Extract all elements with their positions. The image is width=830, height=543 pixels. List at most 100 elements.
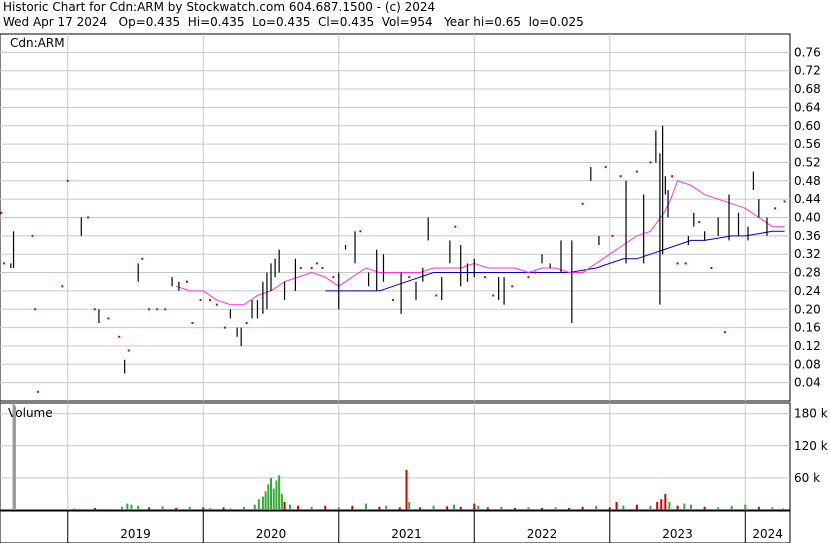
price-point — [710, 266, 713, 269]
volume-panel: 60 k120 k180 k Volume — [0, 402, 828, 511]
volume-bar — [581, 506, 584, 510]
price-point — [191, 322, 194, 325]
volume-bar — [744, 504, 747, 510]
price-tick-label: 0.16 — [794, 321, 821, 335]
price-point — [93, 308, 96, 311]
volume-bar — [364, 503, 367, 510]
price-point — [671, 175, 674, 178]
price-point — [454, 225, 457, 228]
volume-bar — [137, 505, 140, 510]
price-point — [66, 179, 69, 182]
volume-bar — [703, 506, 706, 510]
volume-bar — [500, 506, 503, 510]
volume-bar — [148, 507, 151, 510]
price-point — [332, 276, 335, 279]
volume-bar — [419, 507, 422, 510]
price-panel: 0.04 0.08 0.12 0.16 0.20 0.24 0.28 0.32 0.36 0.40… — [0, 33, 821, 402]
price-point — [34, 308, 37, 311]
price-point — [321, 266, 324, 269]
price-tick-label: 0.72 — [794, 64, 821, 78]
price-point — [118, 335, 121, 338]
price-tick-label: 0.24 — [794, 284, 821, 298]
volume-bar — [398, 507, 401, 510]
price-point — [619, 175, 622, 178]
price-point — [635, 170, 638, 173]
volume-bar — [267, 484, 270, 510]
price-point — [649, 161, 652, 164]
volume-bar — [656, 501, 659, 510]
volume-bar — [73, 508, 76, 510]
year-label: 2019 — [120, 527, 151, 541]
price-tick-label: 0.60 — [794, 119, 821, 133]
price-tick-label: 0.12 — [794, 339, 821, 353]
volume-bar — [229, 508, 232, 510]
volume-bar — [280, 493, 283, 510]
volume-bar — [272, 488, 275, 510]
volume-bar — [13, 405, 16, 510]
year-label: 2022 — [527, 527, 558, 541]
year-label: 2020 — [256, 527, 287, 541]
volume-bar — [668, 501, 671, 510]
price-point — [408, 276, 411, 279]
price-point — [684, 262, 687, 265]
volume-bar — [93, 507, 96, 510]
volume-panel-frame — [0, 402, 791, 511]
volume-bar — [595, 505, 598, 510]
volume-bar — [337, 507, 340, 510]
price-point — [359, 230, 362, 233]
price-tick-label: 0.08 — [794, 357, 821, 371]
symbol-label: Cdn:ARM — [10, 36, 65, 50]
price-tick-label: 0.56 — [794, 137, 821, 151]
volume-bar — [385, 505, 388, 510]
volume-bar — [757, 506, 760, 510]
volume-bar — [222, 507, 225, 510]
volume-bar — [459, 506, 462, 510]
volume-bar — [405, 469, 408, 510]
volume-bar — [120, 506, 123, 510]
volume-bar — [202, 507, 205, 510]
volume-bar — [253, 504, 256, 510]
volume-bar — [126, 503, 129, 510]
price-tick-label: 0.76 — [794, 45, 821, 59]
price-point — [316, 262, 319, 265]
volume-tick-label: 60 k — [794, 471, 820, 485]
price-point — [527, 276, 530, 279]
price-point — [774, 207, 777, 210]
price-point — [245, 322, 248, 325]
volume-bar — [635, 504, 638, 510]
volume-bar — [771, 507, 774, 510]
volume-bar — [554, 507, 557, 510]
price-point — [185, 280, 188, 283]
volume-bar — [261, 496, 264, 510]
price-tick-label: 0.28 — [794, 266, 821, 280]
price-point — [3, 262, 6, 265]
volume-bar — [664, 493, 667, 510]
volume-bar — [717, 507, 720, 510]
volume-bar — [473, 503, 476, 510]
price-point — [199, 299, 202, 302]
volume-bar — [310, 506, 313, 510]
volume-bar — [324, 505, 327, 510]
price-tick-label: 0.32 — [794, 247, 821, 261]
volume-bar — [275, 480, 278, 510]
x-axis: 2019 2020 2021 2022 2023 2024 — [0, 510, 791, 543]
price-point — [36, 390, 39, 393]
price-point — [141, 257, 144, 260]
price-tick-label: 0.64 — [794, 100, 821, 114]
price-point — [511, 285, 514, 288]
volume-bar — [486, 507, 489, 510]
price-tick-label: 0.40 — [794, 211, 821, 225]
year-label: 2021 — [391, 527, 422, 541]
price-point — [611, 234, 614, 237]
price-point — [107, 317, 110, 320]
volume-bar — [730, 505, 733, 510]
price-point — [391, 299, 394, 302]
volume-bar — [649, 505, 652, 510]
volume-bar — [283, 501, 286, 510]
price-point — [148, 308, 151, 311]
volume-bar — [408, 501, 411, 510]
volume-bar — [432, 505, 435, 510]
price-point — [223, 326, 226, 329]
volume-bar — [257, 499, 260, 510]
stock-chart: 0.04 0.08 0.12 0.16 0.20 0.24 0.28 0.32 0.36 0.40… — [0, 33, 828, 543]
